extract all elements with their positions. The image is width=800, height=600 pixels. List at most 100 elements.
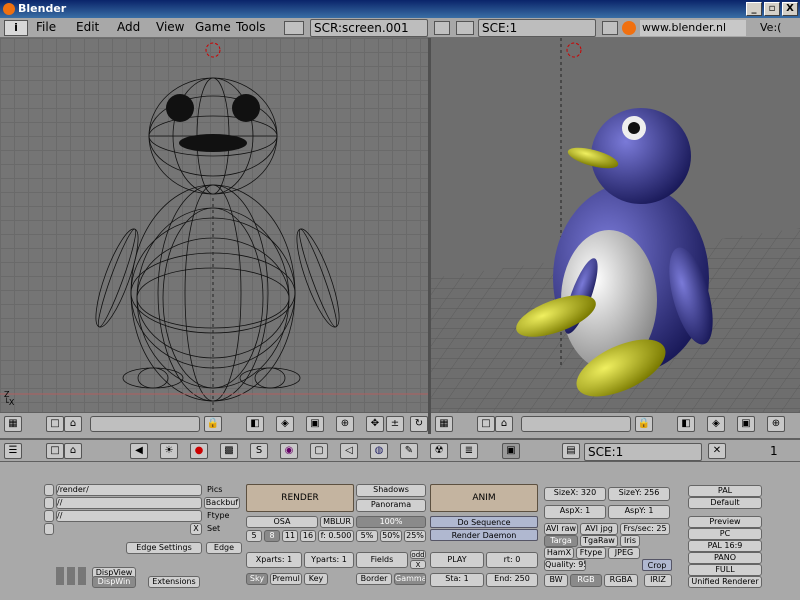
odd-toggle[interactable]: odd: [410, 550, 426, 559]
key-toggle[interactable]: Key: [304, 573, 328, 585]
persp-icon[interactable]: ▣: [306, 416, 324, 432]
rotate-icon[interactable]: ↻: [410, 416, 428, 432]
size-50-toggle[interactable]: 50%: [380, 530, 402, 542]
full-window-icon[interactable]: □: [477, 416, 495, 432]
layer-buttons[interactable]: [90, 416, 200, 432]
do-sequence-toggle[interactable]: Do Sequence: [430, 516, 538, 528]
persp-icon[interactable]: ▣: [737, 416, 755, 432]
view-icon[interactable]: ◧: [677, 416, 695, 432]
paint-buttons-icon[interactable]: ✎: [400, 443, 418, 459]
info-icon[interactable]: i: [4, 20, 28, 36]
aspx-field[interactable]: AspX: 1: [544, 505, 606, 519]
rgb-toggle[interactable]: RGB: [570, 574, 602, 587]
lock-icon[interactable]: 🔒: [204, 416, 222, 432]
xparts-field[interactable]: Xparts: 1: [246, 552, 302, 568]
border-toggle[interactable]: Border: [356, 573, 392, 585]
realtime-buttons-icon[interactable]: ◉: [280, 443, 298, 459]
backbuf-path-field[interactable]: //: [56, 497, 202, 509]
size-75-toggle[interactable]: 5%: [356, 530, 378, 542]
current-frame[interactable]: 1: [770, 444, 778, 458]
hamx-toggle[interactable]: HamX: [544, 547, 574, 559]
home-icon[interactable]: ⌂: [495, 416, 513, 432]
view-buttons-icon[interactable]: ◀: [130, 443, 148, 459]
localview-icon[interactable]: ⊕: [767, 416, 785, 432]
aspy-field[interactable]: AspY: 1: [608, 505, 670, 519]
backbuf-browse-button[interactable]: [44, 497, 54, 509]
view-type-icon[interactable]: ▦: [4, 416, 22, 432]
full-window-icon[interactable]: □: [46, 443, 64, 459]
end-frame-field[interactable]: End: 250: [486, 573, 538, 587]
play-button[interactable]: PLAY: [430, 552, 484, 568]
render-daemon-toggle[interactable]: Render Daemon: [430, 529, 538, 541]
zoom-icon[interactable]: ±: [386, 416, 404, 432]
targa-toggle[interactable]: Targa: [544, 535, 578, 547]
view-icon[interactable]: ◧: [246, 416, 264, 432]
osa-16-toggle[interactable]: 16: [300, 530, 316, 542]
start-frame-field[interactable]: Sta: 1: [430, 573, 484, 587]
screen-field[interactable]: SCR:screen.001: [310, 19, 428, 37]
menu-view[interactable]: View: [156, 20, 184, 34]
mblur-toggle[interactable]: MBLUR: [320, 516, 354, 528]
preset-full-button[interactable]: FULL: [688, 564, 762, 576]
fields-toggle[interactable]: Fields: [356, 552, 408, 568]
set-browse-button[interactable]: [44, 523, 54, 535]
jpeg-toggle[interactable]: JPEG: [608, 547, 640, 559]
sizex-field[interactable]: SizeX: 320: [544, 487, 606, 501]
full-window-icon[interactable]: □: [46, 416, 64, 432]
lock-icon[interactable]: 🔒: [635, 416, 653, 432]
draw-type-icon[interactable]: ◈: [276, 416, 294, 432]
move-icon[interactable]: ✥: [366, 416, 384, 432]
gamma-toggle[interactable]: Gamma: [394, 573, 426, 585]
osa-toggle[interactable]: OSA: [246, 516, 318, 528]
preset-preview-button[interactable]: Preview: [688, 516, 762, 528]
bw-toggle[interactable]: BW: [544, 574, 568, 587]
sky-toggle[interactable]: Sky: [246, 573, 268, 585]
rt-field[interactable]: rt: 0: [486, 552, 538, 568]
preset-default-button[interactable]: Default: [688, 497, 762, 509]
animation-buttons-icon[interactable]: S: [250, 443, 268, 459]
window-type-icon[interactable]: ☰: [4, 443, 22, 459]
pics-path-field[interactable]: /render/: [56, 484, 202, 496]
preset-pano-button[interactable]: PANO: [688, 552, 762, 564]
front-wireframe-viewport[interactable]: Z └X: [0, 38, 428, 412]
pics-browse-button[interactable]: [44, 484, 54, 496]
scene-field[interactable]: SCE:1: [584, 443, 702, 461]
anim-button[interactable]: ANIM: [430, 484, 538, 512]
draw-type-icon[interactable]: ◈: [707, 416, 725, 432]
texture-buttons-icon[interactable]: ▩: [220, 443, 238, 459]
scene-field[interactable]: SCE:1: [478, 19, 596, 37]
avi-jpg-toggle[interactable]: AVI jpg: [580, 523, 618, 535]
iris-toggle[interactable]: Iris: [620, 535, 640, 547]
script-buttons-icon[interactable]: ≣: [460, 443, 478, 459]
frs-sec-field[interactable]: Frs/sec: 25: [620, 523, 670, 535]
osa-5-toggle[interactable]: 5: [246, 530, 262, 542]
size-100-toggle[interactable]: 100%: [356, 516, 426, 528]
material-buttons-icon[interactable]: ●: [190, 443, 208, 459]
close-button[interactable]: X: [782, 2, 798, 16]
mblur-factor-field[interactable]: f: 0.500: [318, 530, 354, 542]
menu-file[interactable]: File: [36, 20, 56, 34]
scene-browse-icon[interactable]: ▤: [562, 443, 580, 459]
fields-x-toggle[interactable]: X: [410, 560, 426, 569]
minimize-button[interactable]: _: [746, 2, 762, 16]
screen-delete-icon[interactable]: [434, 21, 450, 35]
localview-icon[interactable]: ⊕: [336, 416, 354, 432]
render-buttons-icon[interactable]: ▣: [502, 443, 520, 459]
preset-pal-button[interactable]: PAL: [688, 485, 762, 497]
lamp-buttons-icon[interactable]: ☀: [160, 443, 178, 459]
view-type-icon[interactable]: ▦: [435, 416, 453, 432]
perspective-viewport[interactable]: [431, 38, 800, 412]
render-button[interactable]: RENDER: [246, 484, 354, 512]
menu-edit[interactable]: Edit: [76, 20, 99, 34]
tgaraw-toggle[interactable]: TgaRaw: [580, 535, 618, 547]
quality-field[interactable]: Quality: 95: [544, 559, 586, 571]
avi-raw-toggle[interactable]: AVI raw: [544, 523, 578, 535]
screen-browse-icon[interactable]: [284, 21, 304, 35]
osa-8-toggle[interactable]: 8: [264, 530, 280, 542]
scene-delete-icon[interactable]: [602, 21, 618, 35]
crop-toggle[interactable]: Crop: [642, 559, 672, 571]
set-clear-button[interactable]: X: [190, 523, 202, 535]
scene-browse-icon[interactable]: [456, 21, 474, 35]
panorama-toggle[interactable]: Panorama: [356, 499, 426, 512]
menu-tools[interactable]: Tools: [236, 20, 266, 34]
